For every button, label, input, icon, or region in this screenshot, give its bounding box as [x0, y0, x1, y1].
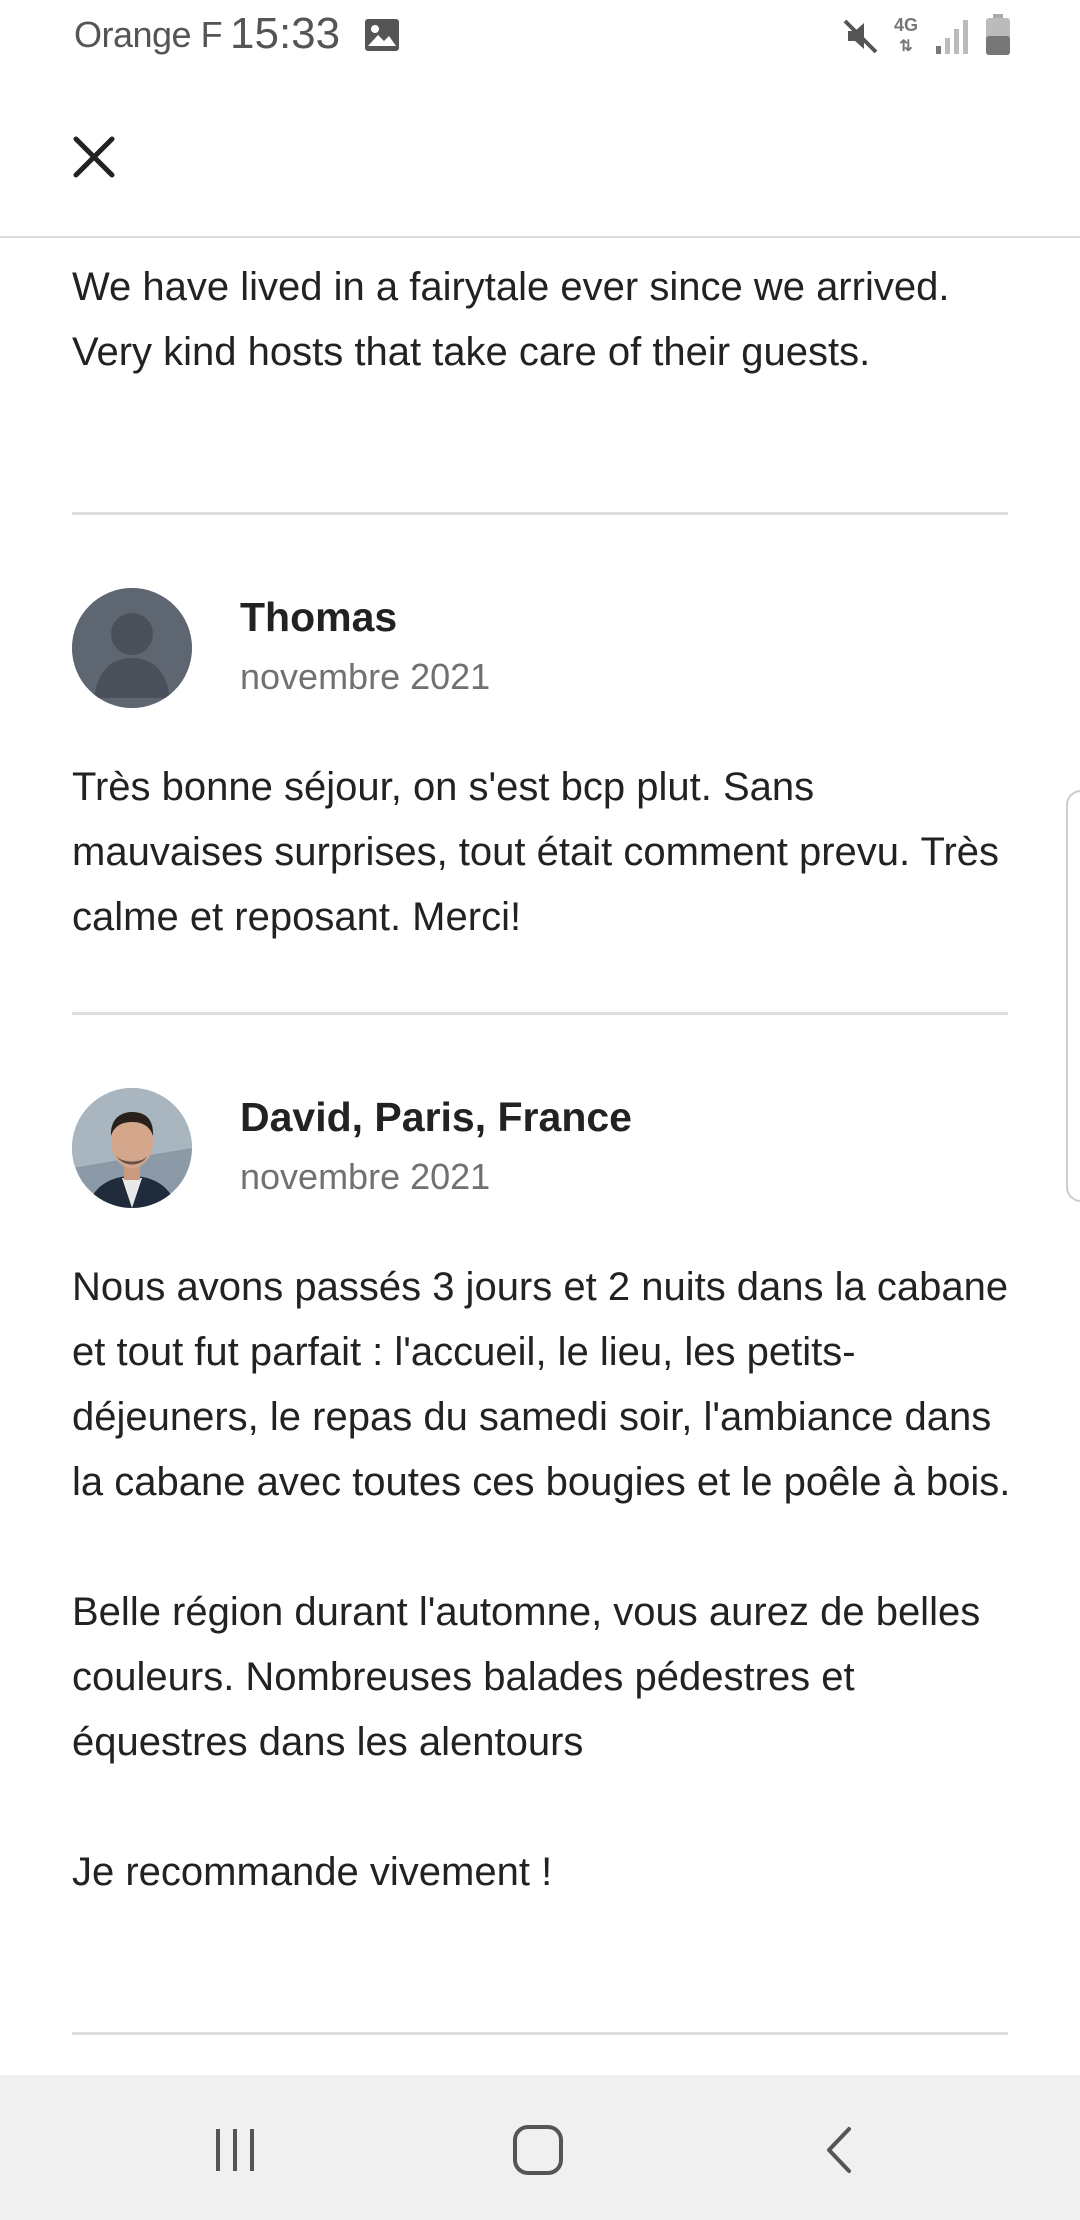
battery-icon [986, 14, 1010, 55]
back-button[interactable] [805, 2115, 875, 2185]
avatar[interactable] [72, 588, 192, 708]
default-avatar-icon [72, 588, 192, 708]
carrier-label: Orange F [74, 14, 223, 55]
scroll-handle[interactable] [1066, 790, 1080, 1202]
close-button[interactable] [62, 125, 126, 189]
review-date: novembre 2021 [240, 1156, 491, 1197]
modal-header [0, 75, 1080, 238]
reviews-list[interactable]: We have lived in a fairytale ever since … [0, 240, 1080, 2075]
divider [72, 1012, 1008, 1015]
image-notification-icon [365, 19, 399, 51]
user-photo-icon [72, 1088, 192, 1208]
clock: 15:33 [230, 9, 341, 58]
close-icon [73, 136, 115, 178]
status-bar: Orange F 15:33 4G ⇅ [0, 0, 1080, 75]
reviewer-name: Thomas [240, 594, 398, 640]
divider [72, 512, 1008, 515]
review-text: We have lived in a fairytale ever since … [72, 265, 950, 374]
signal-icon [936, 20, 968, 54]
recents-button[interactable] [200, 2115, 270, 2185]
back-icon [827, 2127, 851, 2173]
divider [72, 2032, 1008, 2035]
review-text: Très bonne séjour, on s'est bcp plut. Sa… [72, 765, 1000, 939]
recents-icon [216, 2129, 254, 2171]
mute-icon [843, 19, 878, 54]
review-text: Nous avons passés 3 jours et 2 nuits dan… [72, 1265, 1011, 1894]
system-nav-bar [0, 2075, 1080, 2220]
home-button[interactable] [503, 2115, 573, 2185]
reviewer-name: David, Paris, France [240, 1094, 632, 1140]
network-type-icon: 4G ⇅ [893, 15, 918, 55]
review-date: novembre 2021 [240, 656, 491, 697]
avatar[interactable] [72, 1088, 192, 1208]
home-icon [513, 2125, 563, 2175]
